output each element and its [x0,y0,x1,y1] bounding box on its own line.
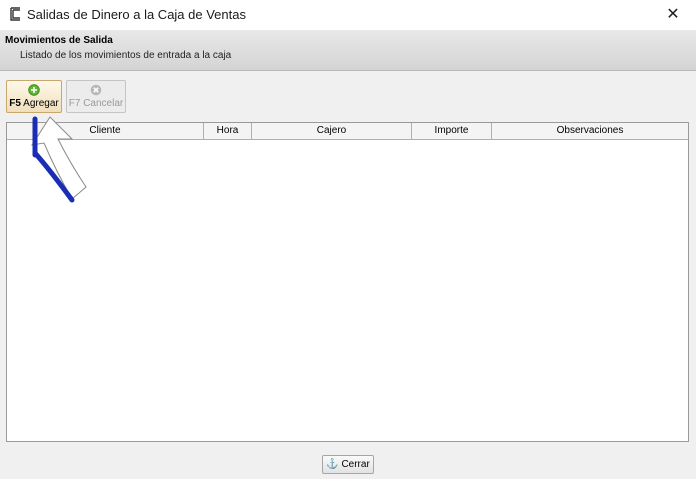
app-icon [10,7,20,21]
section-title: Movimientos de Salida [5,35,113,46]
section-subtitle: Listado de los movimientos de entrada a … [20,50,232,61]
close-icon[interactable]: ✕ [650,0,696,30]
column-header-observaciones[interactable]: Observaciones [492,123,688,139]
close-window-button[interactable]: ⚓ Cerrar [322,455,374,474]
add-button-text: Agregar [23,98,59,109]
annotation-arrow [30,116,87,203]
column-header-importe[interactable]: Importe [412,123,492,139]
column-header-cajero[interactable]: Cajero [252,123,412,139]
cancel-button[interactable]: F7 Cancelar [66,80,126,113]
cancel-button-label: F7 Cancelar [68,98,124,109]
window-title: Salidas de Dinero a la Caja de Ventas [27,7,246,22]
section-header: Movimientos de Salida Listado de los mov… [0,30,696,71]
column-header-hora[interactable]: Hora [204,123,252,139]
close-window-label: Cerrar [341,459,370,470]
plus-circle-icon [28,84,40,96]
x-circle-icon [90,84,102,96]
add-button-key: F5 [9,98,21,109]
add-button-label: F5 Agregar [7,98,61,109]
anchor-icon: ⚓ [326,459,339,470]
add-button[interactable]: F5 Agregar [6,80,62,113]
title-bar: Salidas de Dinero a la Caja de Ventas ✕ [0,0,696,30]
